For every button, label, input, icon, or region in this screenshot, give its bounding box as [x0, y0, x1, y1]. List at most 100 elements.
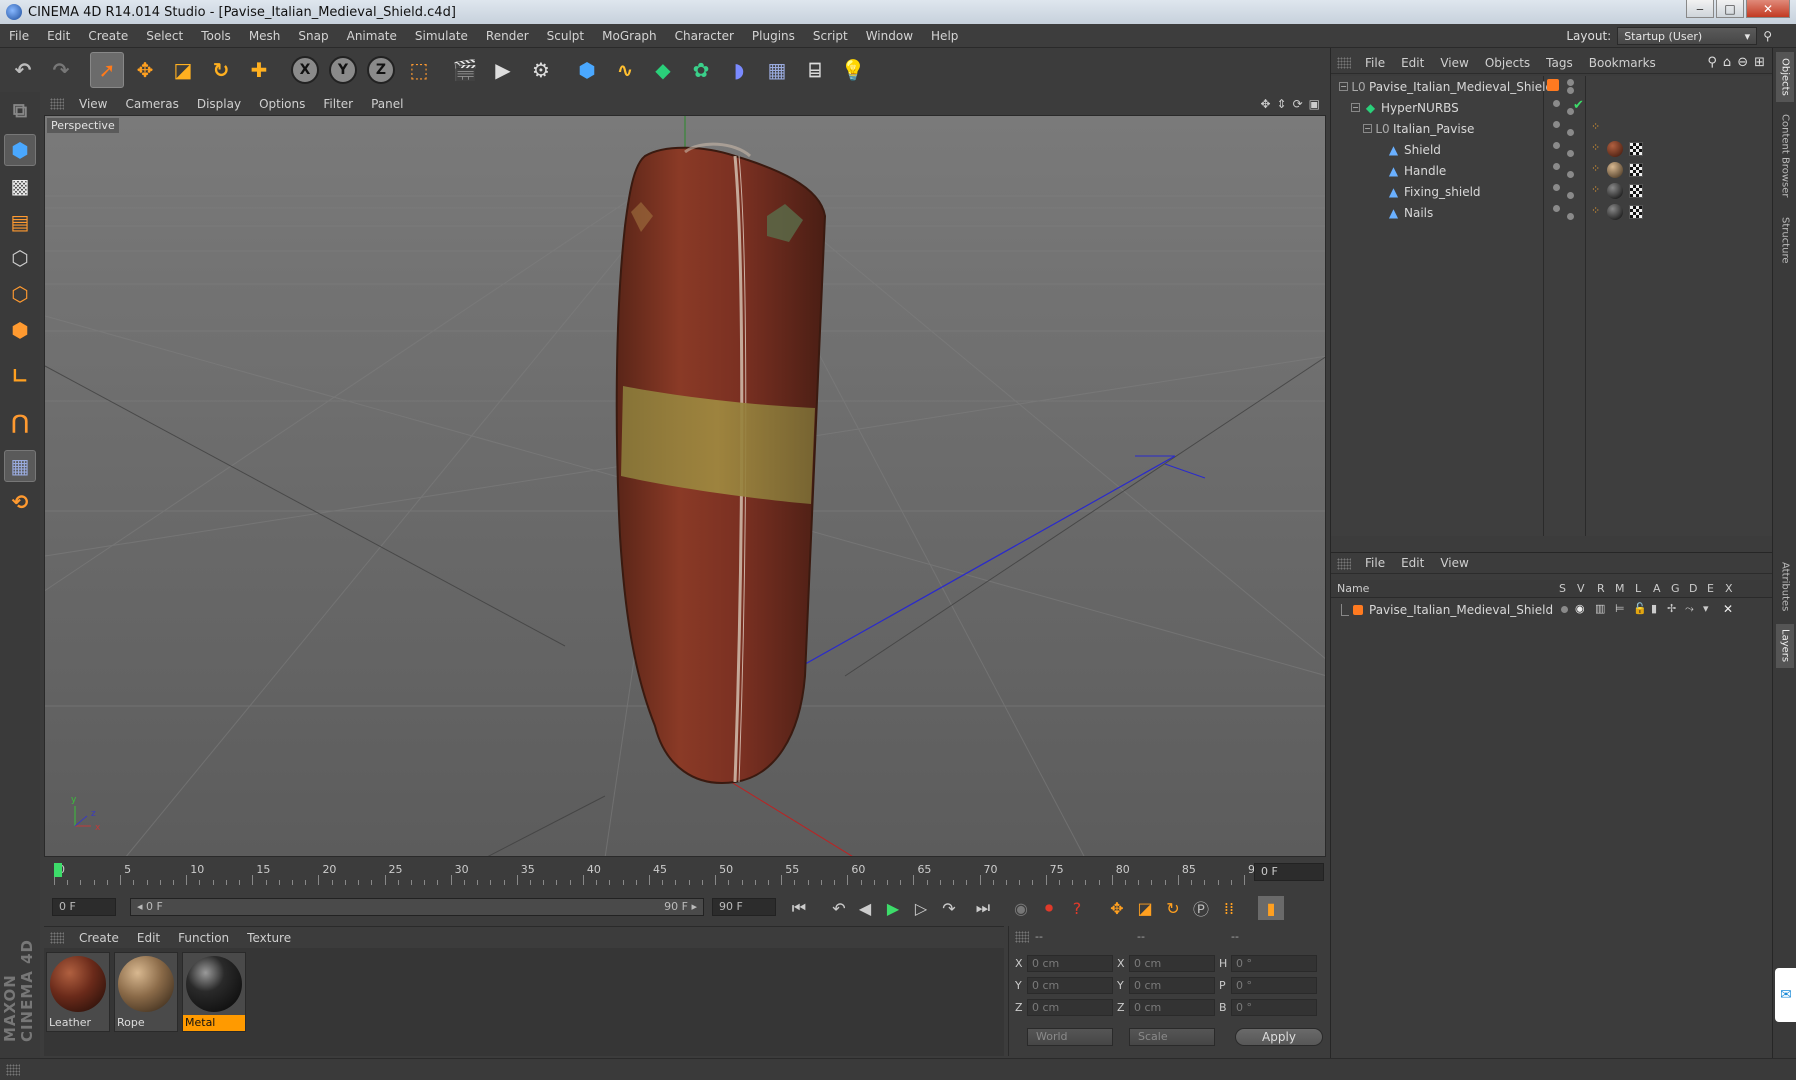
start-frame-field[interactable]: 0 F [52, 898, 116, 916]
camera-button[interactable]: ⌸ [798, 52, 832, 88]
edit-render-settings-button[interactable]: ⚙ [524, 52, 558, 88]
material-menu-function[interactable]: Function [169, 931, 238, 945]
render-dot-icon[interactable] [1567, 213, 1574, 220]
position-y-field[interactable]: 0 cm [1027, 976, 1113, 994]
edges-mode-button[interactable]: ⬡ [4, 278, 36, 310]
goto-start-button[interactable]: ⏮ [786, 896, 812, 920]
timeline-window-button[interactable]: ▮ [1258, 896, 1284, 920]
minimize-button[interactable]: ‒ [1686, 0, 1714, 18]
column-render[interactable]: R [1597, 582, 1605, 595]
previous-frame-button[interactable]: ◀ [852, 896, 878, 920]
viewport-menu-panel[interactable]: Panel [362, 97, 412, 111]
size-x-field[interactable]: 0 cm [1129, 954, 1215, 972]
menu-plugins[interactable]: Plugins [743, 29, 804, 43]
points-mode-button[interactable]: ⬡ [4, 242, 36, 274]
x-axis-button[interactable]: X [288, 52, 322, 88]
objects-menu-file[interactable]: File [1357, 56, 1393, 70]
material-tag-metal[interactable] [1607, 204, 1623, 220]
layers-menu-file[interactable]: File [1357, 556, 1393, 570]
uvw-tag-icon[interactable] [1629, 205, 1643, 219]
object-row-fixing-shield[interactable]: ▲ Fixing_shield ⁘ [1331, 181, 1773, 202]
viewport-menu-cameras[interactable]: Cameras [116, 97, 187, 111]
phong-tag-icon[interactable]: ⁘ [1591, 141, 1600, 154]
viewport-menu-display[interactable]: Display [188, 97, 250, 111]
layer-row[interactable]: Pavise_Italian_Medieval_Shield ◉ ▥ ⊨ 🔓 ▮… [1331, 600, 1773, 620]
position-x-field[interactable]: 0 cm [1027, 954, 1113, 972]
viewport-menu-view[interactable]: View [70, 97, 116, 111]
column-solo[interactable]: S [1559, 582, 1566, 595]
scene-button[interactable]: ▦ [760, 52, 794, 88]
menu-file[interactable]: File [0, 29, 38, 43]
column-animation[interactable]: A [1653, 582, 1661, 595]
panel-grip-icon[interactable] [50, 98, 64, 110]
workplane-mode-button[interactable]: ▤ [4, 206, 36, 238]
size-z-field[interactable]: 0 cm [1129, 998, 1215, 1016]
deformer-icon[interactable]: ⤳ [1685, 602, 1694, 616]
y-axis-button[interactable]: Y [326, 52, 360, 88]
collapse-icon[interactable]: − [1363, 124, 1372, 133]
maximize-view-icon[interactable]: ▣ [1309, 97, 1320, 111]
panel-grip-icon[interactable] [50, 932, 64, 944]
pavise-shield-model[interactable] [615, 142, 827, 784]
coordinate-system-button[interactable]: ⬚ [402, 52, 436, 88]
viewport-menu-filter[interactable]: Filter [314, 97, 362, 111]
tab-objects[interactable]: Objects [1776, 52, 1794, 102]
rotation-b-field[interactable]: 0 ° [1231, 998, 1317, 1016]
cube-button[interactable]: ⬢ [570, 52, 604, 88]
render-dot-icon[interactable] [1567, 150, 1574, 157]
tab-attributes[interactable]: Attributes [1776, 556, 1794, 618]
object-row-italian-pavise[interactable]: − L0 Italian_Pavise ⁘ [1331, 118, 1773, 139]
timeline-ruler[interactable]: 051015202530354045505560657075808590 0 F [44, 859, 1328, 887]
visibility-dot-icon[interactable] [1567, 79, 1574, 86]
visibility-dot-icon[interactable] [1553, 121, 1560, 128]
goto-end-button[interactable]: ⏭ [970, 896, 996, 920]
uvw-tag-icon[interactable] [1629, 142, 1643, 156]
manager-tree-icon[interactable]: ⊨ [1615, 602, 1625, 615]
layer-color-icon[interactable] [1353, 605, 1363, 615]
record-pla-button[interactable]: ⁞⁞ [1216, 896, 1242, 920]
lock-icon[interactable]: 🔓 [1633, 602, 1647, 615]
zoom-icon[interactable]: ⇕ [1277, 97, 1287, 111]
render-dot-icon[interactable] [1567, 129, 1574, 136]
render-dot-icon[interactable] [1567, 192, 1574, 199]
object-row-hypernurbs[interactable]: − ◆ HyperNURBS ✔ [1331, 97, 1773, 118]
objects-menu-bookmarks[interactable]: Bookmarks [1581, 56, 1664, 70]
array-button[interactable]: ✿ [684, 52, 718, 88]
render-clapper-icon[interactable]: ▥ [1595, 602, 1605, 615]
deformer-button[interactable]: ◗ [722, 52, 756, 88]
column-xref[interactable]: X [1725, 582, 1733, 595]
current-frame-field[interactable]: 0 F [1254, 863, 1324, 881]
keyframe-selection-button[interactable]: ? [1064, 896, 1090, 920]
generator-icon[interactable]: ✢ [1667, 602, 1676, 615]
menu-animate[interactable]: Animate [338, 29, 406, 43]
phong-tag-icon[interactable]: ⁘ [1591, 162, 1600, 175]
menu-tools[interactable]: Tools [192, 29, 240, 43]
object-row-pavise-italian-medieval-shield[interactable]: − L0 Pavise_Italian_Medieval_Shield [1331, 76, 1773, 97]
column-name[interactable]: Name [1337, 582, 1369, 595]
objects-menu-edit[interactable]: Edit [1393, 56, 1432, 70]
uvw-tag-icon[interactable] [1629, 163, 1643, 177]
redo-button[interactable]: ↷ [44, 52, 78, 88]
column-generators[interactable]: G [1671, 582, 1680, 595]
orbit-icon[interactable]: ⟳ [1293, 97, 1303, 111]
search-icon[interactable]: ⚲ [1763, 29, 1772, 43]
menu-window[interactable]: Window [857, 29, 922, 43]
objects-menu-tags[interactable]: Tags [1538, 56, 1581, 70]
search-icon[interactable]: ⚲ [1707, 55, 1717, 70]
render-dot-icon[interactable] [1567, 171, 1574, 178]
menu-select[interactable]: Select [137, 29, 192, 43]
menu-mograph[interactable]: MoGraph [593, 29, 666, 43]
column-view[interactable]: V [1577, 582, 1585, 595]
add-object-button[interactable]: ✚ [242, 52, 276, 88]
tab-structure[interactable]: Structure [1776, 210, 1794, 270]
xref-icon[interactable]: ✕ [1723, 602, 1733, 616]
previous-key-button[interactable]: ↶ [826, 896, 852, 920]
animation-film-icon[interactable]: ▮ [1651, 602, 1657, 615]
objects-menu-view[interactable]: View [1432, 56, 1476, 70]
snap-button[interactable]: ⋂ [4, 406, 36, 438]
record-parameter-button[interactable]: Ⓟ [1188, 896, 1214, 920]
column-deformers[interactable]: D [1689, 582, 1697, 595]
tab-layers[interactable]: Layers [1776, 624, 1794, 668]
perspective-viewport[interactable]: y x z Perspective [44, 115, 1326, 857]
close-button[interactable]: ✕ [1746, 0, 1790, 18]
